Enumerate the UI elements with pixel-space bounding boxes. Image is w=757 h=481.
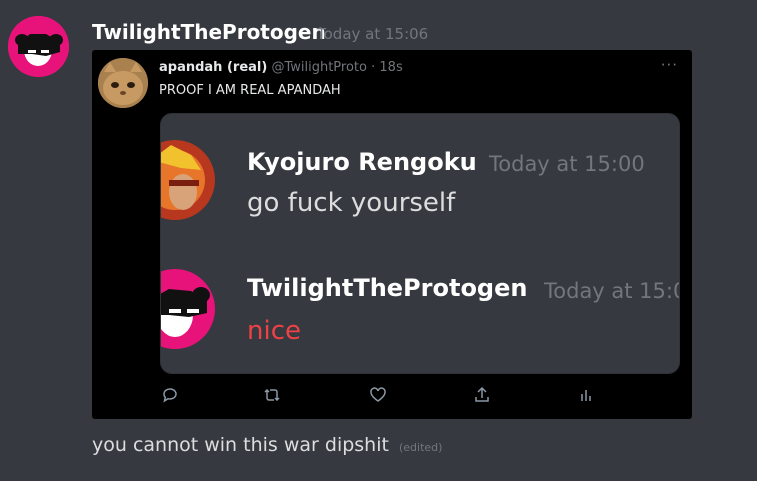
like-icon[interactable] [368, 385, 388, 405]
reply-icon[interactable] [160, 385, 180, 405]
discord-screenshot-image: Kyojuro Rengoku Today at 15:00 go fuck y… [160, 113, 680, 374]
screenshot-timestamp-2: Today at 15:0 [544, 279, 680, 303]
message-timestamp: Today at 15:06 [317, 25, 429, 43]
user-avatar[interactable] [8, 16, 69, 77]
message-text: you cannot win this war dipshit [92, 434, 389, 456]
tweet-embed[interactable]: apandah (real) @TwilightProto · 18s ··· … [92, 50, 692, 419]
tweet-time[interactable]: 18s [379, 60, 402, 75]
retweet-icon[interactable] [262, 385, 282, 405]
tweet-actions [92, 385, 692, 409]
tweet-separator: · [371, 60, 376, 75]
stats-icon[interactable] [576, 385, 596, 405]
screenshot-timestamp-1: Today at 15:00 [489, 152, 645, 176]
screenshot-author-2: TwilightTheProtogen [247, 274, 528, 302]
rengoku-avatar [161, 140, 215, 220]
message-content: you cannot win this war dipshit (edited) [92, 434, 442, 456]
tweet-author-avatar[interactable] [98, 58, 148, 108]
message-author[interactable]: TwilightTheProtogen [92, 20, 326, 44]
tweet-text: PROOF I AM REAL APANDAH [159, 83, 341, 98]
share-icon[interactable] [472, 385, 492, 405]
edited-label: (edited) [399, 441, 443, 454]
screenshot-author-1: Kyojuro Rengoku [247, 148, 477, 176]
screenshot-message-1: go fuck yourself [247, 188, 456, 218]
tweet-header: apandah (real) @TwilightProto · 18s [159, 60, 403, 75]
tweet-handle[interactable]: @TwilightProto [271, 60, 367, 75]
tweet-display-name[interactable]: apandah (real) [159, 60, 267, 75]
more-options-icon[interactable]: ··· [661, 56, 678, 74]
protogen-avatar [161, 269, 215, 349]
screenshot-message-2: nice [247, 316, 301, 346]
